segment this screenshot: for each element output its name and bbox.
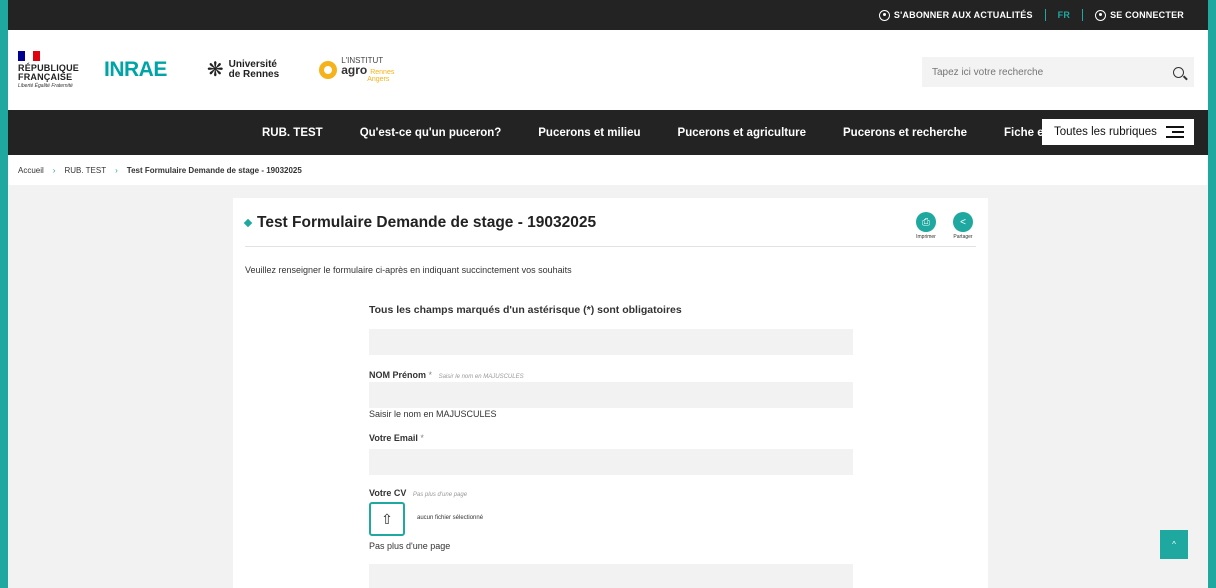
cv-help: Pas plus d'une page: [369, 541, 451, 551]
back-to-top-button[interactable]: ^: [1160, 530, 1188, 559]
breadcrumb: Accueil › RUB. TEST › Test Formulaire De…: [8, 155, 1208, 185]
flag-icon: [18, 51, 40, 61]
subscribe-link[interactable]: S'ABONNER AUX ACTUALITÉS: [867, 9, 1045, 21]
required-asterisk: *: [428, 370, 433, 380]
share-icon: <: [953, 212, 973, 232]
cv-label: Votre CV Pas plus d'une page: [369, 488, 467, 498]
printer-icon: ⎙: [916, 212, 936, 232]
subscribe-label: S'ABONNER AUX ACTUALITÉS: [893, 10, 1033, 20]
search-icon[interactable]: [1173, 66, 1184, 78]
snowflake-icon: ❋: [206, 59, 224, 81]
cv-hint: Pas plus d'une page: [412, 492, 468, 498]
user-icon: [1095, 9, 1107, 21]
main-nav: RUB. TEST Qu'est-ce qu'un puceron? Pucer…: [8, 110, 1208, 155]
breadcrumb-section[interactable]: RUB. TEST: [64, 166, 106, 175]
top-bar: S'ABONNER AUX ACTUALITÉS FR SE CONNECTER: [8, 0, 1208, 30]
print-label: Imprimer: [916, 234, 936, 240]
print-button[interactable]: ⎙ Imprimer: [916, 212, 936, 240]
all-sections-label: Toutes les rubriques: [1054, 126, 1157, 138]
no-file-text: aucun fichier sélectionné: [417, 515, 484, 521]
name-hint: Saisir le nom en MAJUSCULES: [438, 374, 524, 380]
breadcrumb-current: Test Formulaire Demande de stage - 19032…: [126, 165, 302, 175]
email-label: Votre Email *: [369, 433, 424, 443]
nav-links: RUB. TEST Qu'est-ce qu'un puceron? Pucer…: [262, 127, 1120, 139]
menu-icon: [1166, 126, 1184, 141]
form-intro: Veuillez renseigner le formulaire ci-apr…: [245, 265, 572, 275]
share-button[interactable]: < Partager: [953, 212, 973, 240]
nav-item-rub-test[interactable]: RUB. TEST: [262, 127, 323, 139]
nav-item-quest-ce[interactable]: Qu'est-ce qu'un puceron?: [360, 127, 502, 139]
agro-city1: Rennes: [370, 69, 395, 76]
share-label: Partager: [953, 234, 973, 240]
nav-item-milieu[interactable]: Pucerons et milieu: [538, 127, 640, 139]
search-box: [922, 57, 1194, 87]
diamond-icon: [243, 218, 253, 228]
email-field[interactable]: [369, 449, 853, 475]
next-field[interactable]: [369, 564, 853, 588]
universite-line2: de Rennes: [228, 69, 280, 80]
bell-icon: [878, 9, 890, 21]
content-card: Test Formulaire Demande de stage - 19032…: [233, 198, 988, 588]
inrae-logo[interactable]: INRAE: [104, 58, 167, 82]
blank-field[interactable]: [369, 329, 853, 355]
chevron-up-icon: ^: [1172, 540, 1176, 549]
upload-icon: ⇧: [381, 511, 393, 527]
search-input[interactable]: [932, 66, 1173, 78]
institut-agro-logo[interactable]: L'INSTITUT agro Rennes Angers: [319, 57, 394, 83]
login-link[interactable]: SE CONNECTER: [1083, 9, 1196, 21]
name-help: Saisir le nom en MAJUSCULES: [369, 409, 497, 419]
agro-city2: Angers: [367, 76, 390, 83]
cv-label-text: Votre CV: [369, 488, 407, 498]
universite-rennes-logo[interactable]: ❋ Université de Rennes: [206, 59, 280, 81]
breadcrumb-home[interactable]: Accueil: [18, 166, 44, 175]
upload-button[interactable]: ⇧: [369, 502, 405, 536]
divider: [245, 246, 976, 247]
required-asterisk: *: [420, 433, 424, 443]
chevron-right-icon: ›: [115, 165, 118, 175]
required-note: Tous les champs marqués d'un astérisque …: [369, 304, 682, 316]
page-title: Test Formulaire Demande de stage - 19032…: [243, 214, 597, 232]
name-label: NOM Prénom * Saisir le nom en MAJUSCULES: [369, 370, 524, 380]
republique-motto: Liberté Égalité Fraternité: [18, 83, 73, 89]
agro-big: agro: [341, 63, 368, 77]
all-sections-button[interactable]: Toutes les rubriques: [1042, 119, 1194, 145]
email-label-text: Votre Email: [369, 433, 418, 443]
name-label-text: NOM Prénom: [369, 370, 427, 380]
chevron-right-icon: ›: [52, 165, 56, 175]
agro-ring-icon: [319, 61, 338, 79]
language-selector[interactable]: FR: [1046, 10, 1082, 20]
site-header: RÉPUBLIQUE FRANÇAISE Liberté Égalité Fra…: [8, 30, 1208, 110]
republique-francaise-logo[interactable]: RÉPUBLIQUE FRANÇAISE Liberté Égalité Fra…: [18, 51, 79, 89]
republique-line2: FRANÇAISE: [18, 72, 73, 82]
nav-item-agriculture[interactable]: Pucerons et agriculture: [678, 127, 806, 139]
login-label: SE CONNECTER: [1110, 10, 1184, 20]
name-field[interactable]: [369, 382, 853, 408]
page-title-text: Test Formulaire Demande de stage - 19032…: [257, 214, 597, 231]
nav-item-recherche[interactable]: Pucerons et recherche: [843, 127, 967, 139]
